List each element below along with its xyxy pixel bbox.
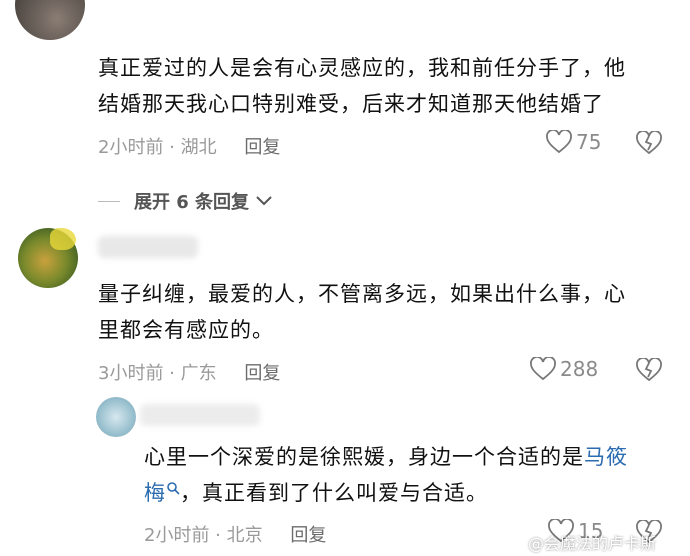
comment-time-location: 2小时前 · 湖北 (98, 137, 217, 158)
username-blurred (140, 404, 260, 426)
comment-meta: 3小时前 · 广东 回复 (98, 359, 280, 385)
username-blurred (98, 236, 198, 258)
mention-link[interactable]: 梅 (144, 481, 166, 505)
comment-line: 里都会有感应的。 (98, 318, 274, 342)
avatar-decoration (50, 228, 76, 250)
heart-icon (546, 130, 572, 154)
reply-meta: 2小时前 · 北京 回复 (144, 521, 326, 547)
expand-replies-button[interactable]: 展开 6 条回复 (98, 188, 273, 214)
chevron-down-icon (256, 196, 272, 206)
comment-text: 量子纠缠，最爱的人，不管离多远，如果出什么事，心 里都会有感应的。 (98, 276, 678, 348)
reply-button[interactable]: 回复 (244, 137, 280, 158)
comment-meta: 2小时前 · 湖北 回复 (98, 133, 280, 159)
comment-time-location: 3小时前 · 广东 (98, 363, 217, 384)
like-count: 75 (576, 130, 602, 154)
comment-line: 真正爱过的人是会有心灵感应的，我和前任分手了，他 (98, 56, 626, 80)
comment-line: 量子纠缠，最爱的人，不管离多远，如果出什么事，心 (98, 282, 626, 306)
avatar[interactable] (96, 397, 136, 437)
like-button[interactable]: 75 (546, 130, 601, 154)
watermark: @会魔法的卢卡斯 (528, 530, 656, 554)
watermark-text: @会魔法的卢卡斯 (528, 534, 657, 553)
broken-heart-icon (636, 130, 662, 155)
comment-text: 真正爱过的人是会有心灵感应的，我和前任分手了，他 结婚那天我心口特别难受，后来才… (98, 50, 678, 122)
reply-text-segment: 心里一个深爱的是徐熙媛，身边一个合适的是 (144, 445, 584, 469)
heart-icon (530, 357, 556, 381)
divider (98, 200, 120, 202)
dislike-button[interactable] (636, 130, 662, 159)
search-icon[interactable] (166, 481, 180, 495)
dislike-button[interactable] (636, 357, 662, 386)
expand-replies-label: 展开 6 条回复 (134, 192, 250, 213)
reply-time-location: 2小时前 · 北京 (144, 525, 263, 546)
reply-text-segment: ，真正看到了什么叫爱与合适。 (180, 481, 488, 505)
reply-line: 梅 ，真正看到了什么叫爱与合适。 (144, 475, 684, 511)
reply-text: 心里一个深爱的是徐熙媛，身边一个合适的是马筱 梅 ，真正看到了什么叫爱与合适。 (144, 439, 684, 511)
broken-heart-icon (636, 357, 662, 382)
reply-line: 心里一个深爱的是徐熙媛，身边一个合适的是马筱 (144, 439, 684, 475)
reply-button[interactable]: 回复 (244, 363, 280, 384)
mention-link[interactable]: 马筱 (584, 445, 628, 469)
reply-button[interactable]: 回复 (290, 525, 326, 546)
comment-line: 结婚那天我心口特别难受，后来才知道那天他结婚了 (98, 92, 604, 116)
like-count: 288 (560, 357, 599, 381)
avatar[interactable] (15, 0, 85, 40)
like-button[interactable]: 288 (530, 357, 598, 381)
